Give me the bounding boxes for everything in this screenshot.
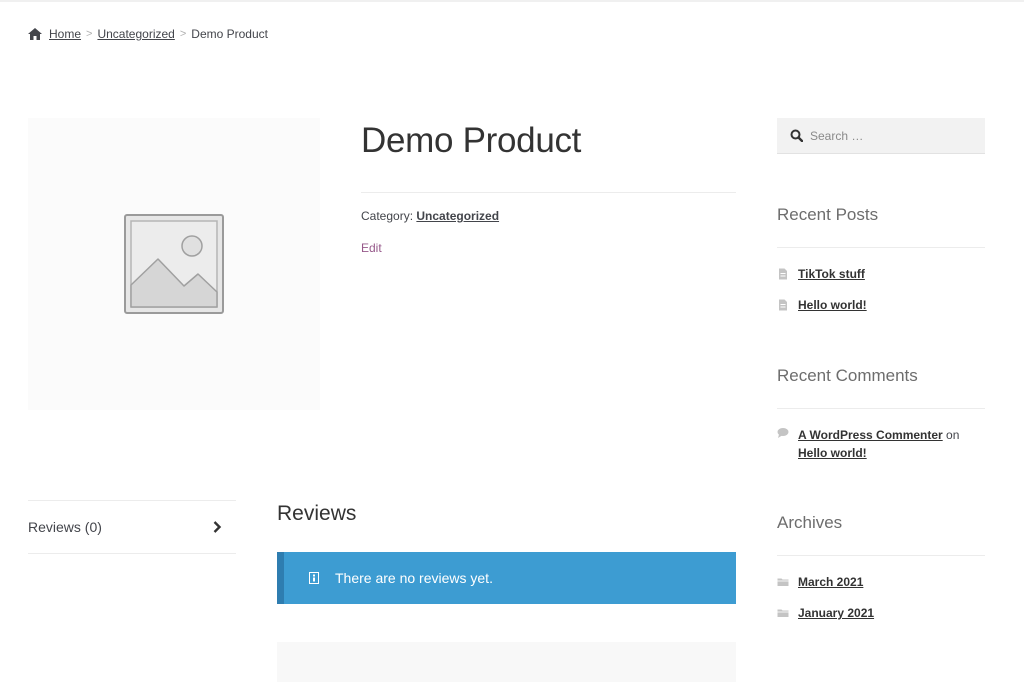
review-form-area	[277, 642, 736, 682]
recent-comments-title: Recent Comments	[777, 366, 918, 385]
tab-reviews-label: Reviews (0)	[28, 519, 102, 535]
tab-reviews[interactable]: Reviews (0)	[28, 500, 236, 554]
recent-post-item: TikTok stuff	[777, 267, 865, 281]
search-icon	[790, 129, 803, 142]
notice-text: There are no reviews yet.	[335, 570, 493, 586]
search-box[interactable]	[777, 118, 985, 154]
widget-divider	[777, 555, 985, 556]
document-icon	[779, 299, 787, 311]
document-icon	[779, 268, 787, 280]
folder-icon	[777, 578, 789, 586]
breadcrumb-home-link[interactable]: Home	[49, 27, 81, 41]
chevron-right-icon	[213, 521, 222, 533]
product-title: Demo Product	[361, 121, 582, 160]
top-border	[0, 0, 1024, 2]
archive-link[interactable]: January 2021	[798, 606, 874, 620]
widget-divider	[777, 408, 985, 409]
breadcrumb-current: Demo Product	[191, 27, 268, 41]
product-meta: Category: Uncategorized	[361, 209, 499, 223]
widget-divider	[777, 247, 985, 248]
comment-connector: on	[946, 428, 960, 442]
comment-icon	[777, 428, 789, 438]
comment-text: A WordPress Commenter on Hello world!	[798, 426, 986, 462]
edit-link[interactable]: Edit	[361, 241, 382, 255]
product-image[interactable]	[28, 118, 320, 410]
summary-divider	[361, 192, 736, 193]
category-label: Category:	[361, 209, 414, 223]
info-icon	[309, 572, 319, 584]
recent-posts-title: Recent Posts	[777, 205, 879, 224]
recent-post-item: Hello world!	[777, 298, 867, 312]
recent-comment-item: A WordPress Commenter on Hello world!	[777, 426, 986, 462]
reviews-title: Reviews	[277, 502, 357, 525]
recent-post-link[interactable]: TikTok stuff	[798, 267, 865, 281]
no-reviews-notice: There are no reviews yet.	[277, 552, 736, 604]
breadcrumb-separator: >	[86, 28, 93, 40]
search-input[interactable]	[810, 128, 970, 143]
breadcrumb-separator: >	[179, 28, 187, 40]
archive-item: January 2021	[777, 606, 874, 620]
breadcrumb: Home > Uncategorized > Demo Product	[28, 26, 268, 42]
comment-post-link[interactable]: Hello world!	[798, 446, 867, 460]
archive-item: March 2021	[777, 575, 863, 589]
placeholder-image-icon	[124, 214, 224, 314]
home-icon	[28, 28, 42, 40]
archive-link[interactable]: March 2021	[798, 575, 863, 589]
recent-post-link[interactable]: Hello world!	[798, 298, 867, 312]
archives-title: Archives	[777, 513, 843, 532]
breadcrumb-category-link[interactable]: Uncategorized	[97, 27, 174, 41]
folder-icon	[777, 609, 789, 617]
category-link[interactable]: Uncategorized	[416, 209, 499, 223]
comment-author-link[interactable]: A WordPress Commenter	[798, 428, 943, 442]
